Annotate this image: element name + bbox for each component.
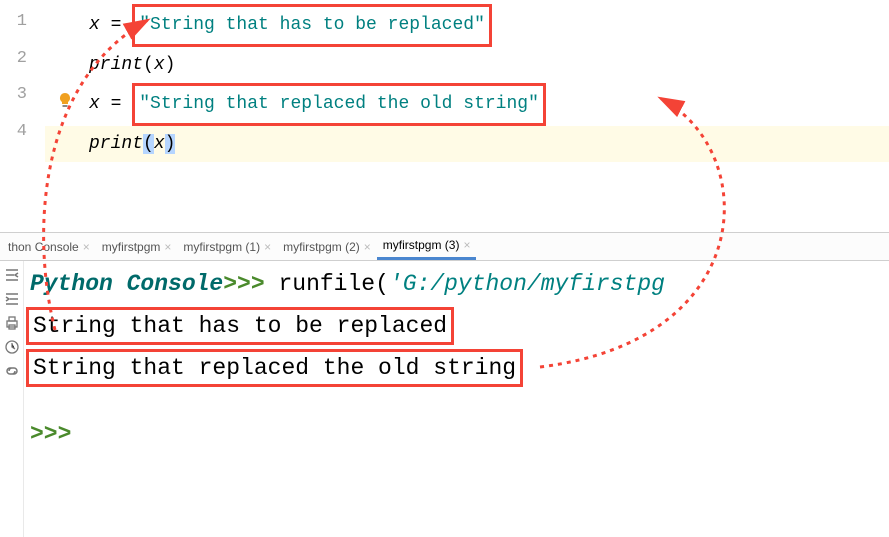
tab-python-console[interactable]: thon Console ×: [2, 233, 96, 260]
console-output-1: String that has to be replaced: [30, 307, 883, 345]
line-number: 3: [0, 77, 45, 114]
output-text: String that has to be replaced: [33, 313, 447, 339]
code-line-1[interactable]: x = "String that has to be replaced": [89, 4, 889, 47]
close-icon[interactable]: ×: [463, 238, 470, 252]
tab-myfirstpgm-3[interactable]: myfirstpgm (3)×: [377, 233, 477, 260]
variable: x: [89, 15, 100, 35]
prompt: >>>: [223, 271, 264, 297]
annotation-box: "String that has to be replaced": [132, 4, 492, 47]
lightbulb-icon[interactable]: [57, 92, 73, 108]
paren: ): [165, 134, 176, 154]
string-literal: "String that has to be replaced": [139, 15, 485, 35]
equals: =: [100, 94, 132, 114]
tab-label: thon Console: [8, 240, 79, 254]
output-text: String that replaced the old string: [33, 355, 516, 381]
code-editor[interactable]: 1 2 3 4 x = "String that has to be repla…: [0, 0, 889, 233]
tab-myfirstpgm[interactable]: myfirstpgm×: [96, 233, 178, 260]
paren: (: [143, 134, 154, 154]
paren: ): [165, 55, 176, 75]
prompt: >>>: [30, 421, 71, 447]
close-icon[interactable]: ×: [164, 240, 171, 254]
function-call: print: [89, 134, 143, 154]
run-call: runfile(: [265, 271, 389, 297]
code-line-2[interactable]: print(x): [89, 47, 889, 84]
tab-myfirstpgm-2[interactable]: myfirstpgm (2) ×: [277, 233, 377, 260]
tab-label: myfirstpgm (1): [183, 240, 260, 254]
annotation-box: String that has to be replaced: [26, 307, 454, 345]
annotation-box: "String that replaced the old string": [132, 83, 546, 126]
tab-label: myfirstpgm (2): [283, 240, 360, 254]
console-toolbar: [0, 261, 24, 537]
tab-label: myfirstpgm (3): [383, 238, 460, 252]
indent-right-icon[interactable]: [4, 291, 20, 307]
console-prompt-line[interactable]: >>>: [30, 415, 883, 453]
line-number-gutter: 1 2 3 4: [0, 0, 45, 232]
line-number: 2: [0, 41, 45, 78]
code-line-4-current[interactable]: print(x): [45, 126, 889, 163]
indent-left-icon[interactable]: [4, 267, 20, 283]
console-output[interactable]: Python Console>>> runfile('G:/python/myf…: [24, 261, 889, 537]
function-call: print: [89, 55, 143, 75]
tab-label: myfirstpgm: [102, 240, 161, 254]
argument: x: [154, 55, 165, 75]
close-icon[interactable]: ×: [83, 240, 90, 254]
equals: =: [100, 15, 132, 35]
annotation-box: String that replaced the old string: [26, 349, 523, 387]
run-args: 'G:/python/myfirstpg: [389, 271, 665, 297]
argument: x: [154, 134, 165, 154]
code-line-3[interactable]: x = "String that replaced the old string…: [89, 83, 889, 126]
close-icon[interactable]: ×: [264, 240, 271, 254]
console-title: Python Console: [30, 271, 223, 297]
string-literal: "String that replaced the old string": [139, 94, 539, 114]
close-icon[interactable]: ×: [364, 240, 371, 254]
console-run-line: Python Console>>> runfile('G:/python/myf…: [30, 265, 883, 303]
line-number: 1: [0, 4, 45, 41]
code-area[interactable]: x = "String that has to be replaced" pri…: [45, 0, 889, 232]
console-tab-bar: thon Console× myfirstpgm× myfirstpgm (1)…: [0, 233, 889, 261]
link-icon[interactable]: [4, 363, 20, 379]
console-output-2: String that replaced the old string: [30, 349, 883, 387]
tab-myfirstpgm-1[interactable]: myfirstpgm (1) ×: [177, 233, 277, 260]
line-number: 4: [0, 114, 45, 151]
print-icon[interactable]: [4, 315, 20, 331]
variable: x: [89, 94, 100, 114]
paren: (: [143, 55, 154, 75]
history-icon[interactable]: [4, 339, 20, 355]
